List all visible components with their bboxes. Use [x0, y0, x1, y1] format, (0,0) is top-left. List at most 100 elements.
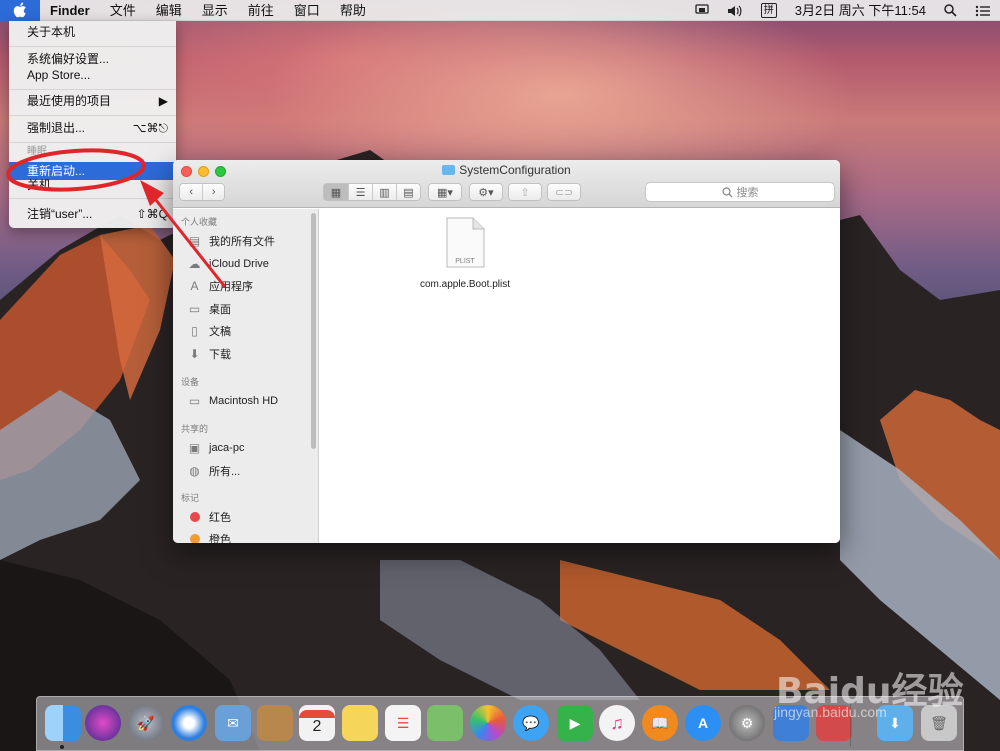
sidebar-scrollbar[interactable] [311, 213, 316, 449]
dock: 🚀 ✉ 2 ☰ 💬 ▶ ♫ 📖 A ⚙ ⬇ 🗑 [36, 696, 964, 751]
contacts-icon[interactable] [257, 705, 293, 741]
arrange-button[interactable]: ▦▾ [428, 183, 462, 201]
sidebar-item-macintosh-hd[interactable]: ▭ Macintosh HD [187, 392, 278, 410]
reminders-icon[interactable]: ☰ [385, 705, 421, 741]
gear-icon: ⚙▾ [478, 186, 494, 199]
itunes-icon[interactable]: ♫ [599, 705, 635, 741]
maps-icon[interactable] [427, 705, 463, 741]
sidebar-item-all-shared[interactable]: ◍ 所有... [187, 462, 240, 480]
column-view-button[interactable]: ▥ [372, 184, 396, 200]
running-indicator [60, 745, 64, 749]
ibooks-icon[interactable]: 📖 [642, 705, 678, 741]
forward-button[interactable]: › [202, 184, 224, 200]
menu-go[interactable]: 前往 [238, 0, 284, 21]
sidebar-item-label: 应用程序 [209, 281, 253, 293]
menu-item-logout-label: 注销“user”... [27, 207, 93, 221]
menu-item-logout[interactable]: 注销“user”... ⇧⌘Q [9, 205, 176, 223]
calendar-header [299, 710, 335, 718]
sidebar-item-tag-red[interactable]: 红色 [187, 508, 231, 526]
calendar-icon[interactable]: 2 [299, 705, 335, 741]
finder-window: SystemConfiguration ‹ › ▦ ☰ ▥ ▤ ▦▾ ⚙▾ ⇧ [173, 160, 840, 543]
siri-icon[interactable] [85, 705, 121, 741]
messages-icon[interactable]: 💬 [513, 705, 549, 741]
trash-icon[interactable]: 🗑 [921, 705, 957, 741]
sidebar-header-devices: 设备 [181, 377, 200, 387]
sidebar-item-all-my-files[interactable]: ▤ 我的所有文件 [187, 232, 275, 250]
cover-flow-button[interactable]: ▤ [396, 184, 420, 200]
icon-view-button[interactable]: ▦ [324, 184, 348, 200]
volume-icon[interactable] [718, 5, 752, 17]
sidebar-header-tags: 标记 [181, 493, 200, 503]
calendar-day: 2 [312, 718, 322, 735]
search-field[interactable]: 搜索 [645, 182, 835, 202]
app-icon[interactable] [773, 705, 809, 741]
search-placeholder: 搜索 [736, 187, 759, 199]
mail-icon[interactable]: ✉ [215, 705, 251, 741]
menu-view[interactable]: 显示 [192, 0, 238, 21]
back-button[interactable]: ‹ [180, 184, 202, 200]
notification-center-icon[interactable] [966, 5, 1000, 17]
menu-file[interactable]: 文件 [100, 0, 146, 21]
photos-icon[interactable] [470, 705, 506, 741]
menu-edit[interactable]: 编辑 [146, 0, 192, 21]
menu-extras: 拼 3月2日 周六 下午11:54 [686, 0, 1000, 21]
red-tag-icon [190, 512, 200, 522]
finder-titlebar: SystemConfiguration ‹ › ▦ ☰ ▥ ▤ ▦▾ ⚙▾ ⇧ [173, 160, 840, 208]
sidebar-item-label: 文稿 [209, 326, 231, 338]
menu-item-force-quit-label: 强制退出... [27, 121, 86, 135]
safari-icon[interactable] [171, 705, 207, 741]
sidebar-item-documents[interactable]: ▯ 文稿 [187, 322, 231, 340]
clock[interactable]: 3月2日 周六 下午11:54 [786, 0, 935, 21]
app-icon-2[interactable] [816, 705, 852, 741]
downloads-folder-icon[interactable]: ⬇ [877, 705, 913, 741]
file-name: com.apple.Boot.plist [419, 279, 511, 290]
menu-item-shutdown[interactable]: 关机... [9, 179, 176, 192]
sidebar-header-favorites: 个人收藏 [181, 217, 218, 227]
menu-item-recent-label: 最近使用的项目 [27, 94, 112, 108]
apple-menu-button[interactable] [0, 0, 40, 21]
share-button[interactable]: ⇧ [508, 183, 542, 201]
plist-file-icon: PLIST [446, 217, 485, 268]
facetime-icon[interactable]: ▶ [557, 705, 593, 741]
menu-separator [9, 115, 176, 116]
menu-item-force-quit[interactable]: 强制退出... ⌥⌘⎋ [9, 119, 176, 137]
sidebar-item-label: jaca-pc [209, 442, 245, 454]
system-preferences-icon[interactable]: ⚙ [729, 705, 765, 741]
menu-item-app-store[interactable]: App Store... [9, 66, 176, 84]
action-button[interactable]: ⚙▾ [469, 183, 503, 201]
sidebar-item-applications[interactable]: A 应用程序 [187, 277, 253, 295]
finder-content: PLIST com.apple.Boot.plist [319, 209, 840, 543]
menu-item-sleep[interactable]: 睡眠 [9, 146, 176, 158]
submenu-arrow-icon: ▶ [158, 94, 168, 108]
sidebar-item-label: 红色 [209, 512, 231, 524]
spotlight-icon[interactable] [935, 4, 966, 17]
menu-separator [9, 198, 176, 199]
sidebar-item-desktop[interactable]: ▭ 桌面 [187, 300, 231, 318]
launchpad-icon[interactable]: 🚀 [128, 705, 164, 741]
notes-icon[interactable] [342, 705, 378, 741]
orange-tag-icon [190, 534, 200, 543]
menu-finder[interactable]: Finder [40, 0, 100, 21]
menu-window[interactable]: 窗口 [284, 0, 330, 21]
airplay-icon[interactable] [686, 4, 718, 17]
search-icon [721, 186, 732, 197]
appstore-icon[interactable]: A [685, 705, 721, 741]
sidebar-item-downloads[interactable]: ⬇ 下载 [187, 345, 231, 363]
tags-button[interactable]: ⊂⊃ [547, 183, 581, 201]
view-mode-control: ▦ ☰ ▥ ▤ [323, 183, 421, 201]
sidebar-item-jaca-pc[interactable]: ▣ jaca-pc [187, 439, 245, 457]
input-method-icon[interactable]: 拼 [752, 3, 786, 18]
menu-item-recent-items[interactable]: 最近使用的项目 ▶ [9, 92, 176, 110]
downloads-icon: ⬇ [189, 347, 200, 361]
menu-item-about[interactable]: 关于本机 [9, 23, 176, 41]
applications-icon: A [190, 279, 199, 293]
finder-icon[interactable] [45, 705, 81, 741]
sidebar-item-label: iCloud Drive [209, 258, 269, 270]
sidebar-item-tag-orange[interactable]: 橙色 [187, 530, 231, 543]
list-view-button[interactable]: ☰ [348, 184, 372, 200]
sidebar-item-icloud-drive[interactable]: ☁ iCloud Drive [187, 255, 269, 273]
menu-separator [9, 46, 176, 47]
cloud-icon: ☁ [188, 257, 201, 271]
menu-item-restart[interactable]: 重新启动... [9, 162, 176, 180]
menu-help[interactable]: 帮助 [330, 0, 376, 21]
